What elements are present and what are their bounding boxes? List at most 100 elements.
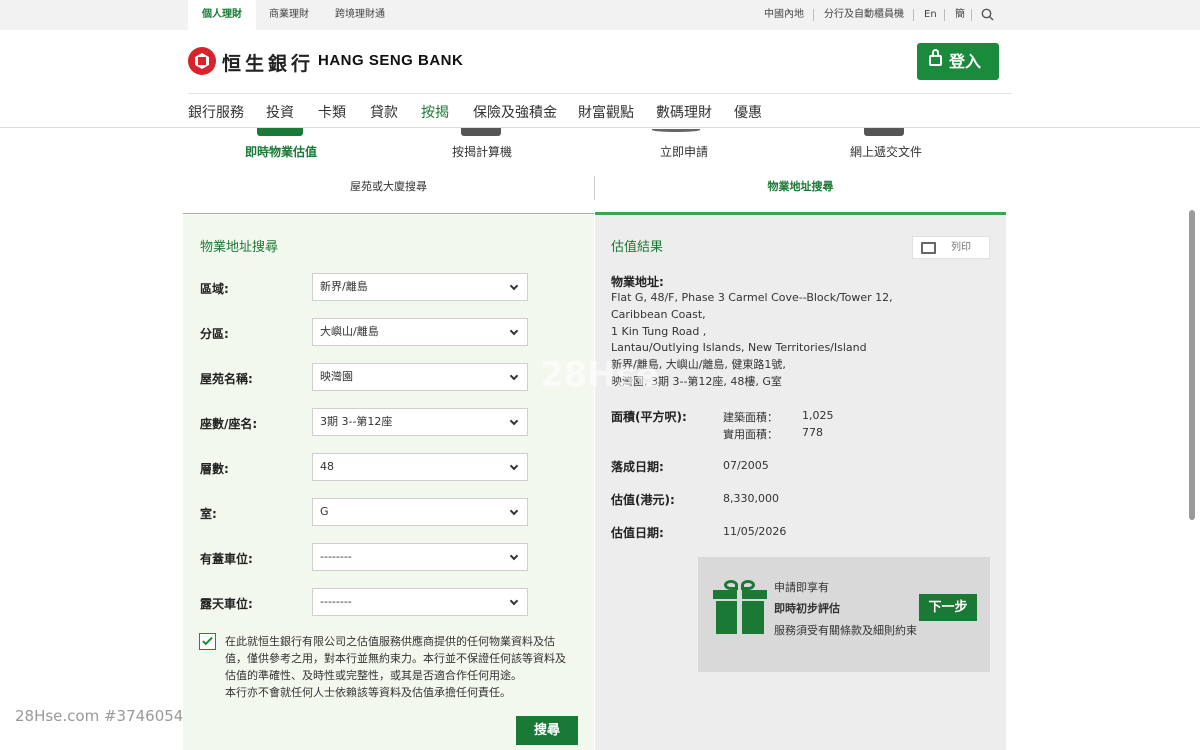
select-value: -------- [320,595,352,608]
select-value: 48 [320,460,334,473]
field-label: 分區: [200,327,229,341]
estate-name-select[interactable]: 映灣園 [312,363,528,391]
quick-link-calculator[interactable]: 按揭計算機 [452,143,512,160]
valuation-date-label: 估值日期: [611,526,664,540]
promo-line-1: 申請即享有 [774,581,829,594]
upload-document-icon[interactable] [864,128,904,136]
district-select[interactable]: 新界/離島 [312,273,528,301]
link-branches[interactable]: 分行及自動櫃員機 [824,0,904,30]
select-value: 大嶼山/離島 [320,325,379,338]
calculator-icon[interactable] [461,128,501,136]
quick-link-submit-docs[interactable]: 網上遞交文件 [850,143,922,160]
result-title: 估值結果 [611,240,664,255]
select-value: 3期 3--第12座 [320,415,393,428]
field-label: 屋苑名稱: [200,372,253,386]
search-button[interactable]: 搜尋 [516,716,578,745]
logo-english-name[interactable]: HANG SENG BANK [318,52,463,69]
search-form-title: 物業地址搜尋 [200,240,279,255]
disclaimer-text: 在此就恒生銀行有限公司之估值服務供應商提供的任何物業資料及估 值，僅供參考之用，… [225,633,570,701]
promo-line-2: 即時初步評估 [774,602,840,615]
field-label: 層數: [200,462,229,476]
select-value: -------- [320,550,352,563]
saleable-area-value: 778 [802,426,823,439]
nav-investment[interactable]: 投資 [266,102,294,122]
chevron-down-icon [509,416,519,426]
field-label: 區域: [200,282,229,296]
search-icon[interactable] [981,8,994,21]
nav-wealth-insights[interactable]: 財富觀點 [578,102,634,122]
disclaimer-line: 本行亦不會就任何人士依賴該等資料及估值承擔任何責任。 [225,686,511,699]
chevron-down-icon [509,326,519,336]
field-label: 室: [200,507,217,521]
address-line: 1 Kin Tung Road , [611,324,707,338]
area-label: 面積(平方呎): [611,410,687,424]
quick-link-valuation[interactable]: 即時物業估值 [245,143,317,160]
disclaimer-line: 在此就恒生銀行有限公司之估值服務供應商提供的任何物業資料及估 [225,635,555,648]
tab-address-search[interactable]: 物業地址搜尋 [595,175,1006,213]
print-button[interactable]: 列印 [912,236,990,259]
next-step-button[interactable]: 下一步 [919,594,977,621]
login-button[interactable]: 登入 [917,43,999,80]
divider [913,9,914,21]
flat-select[interactable]: G [312,498,528,526]
chevron-down-icon [509,596,519,606]
main-nav: 銀行服務 投資 卡類 貸款 按揭 保險及強積金 財富觀點 數碼理財 優惠 [0,94,1200,128]
link-english[interactable]: En [924,0,937,30]
covered-parking-select[interactable]: -------- [312,543,528,571]
nav-banking[interactable]: 銀行服務 [188,102,244,122]
block-select[interactable]: 3期 3--第12座 [312,408,528,436]
nav-mortgage[interactable]: 按揭 [421,102,449,122]
segment-cross-boundary[interactable]: 跨境理財通 [322,0,398,30]
divider [971,9,972,21]
nav-loans[interactable]: 貸款 [370,102,398,122]
hang-seng-logo-icon[interactable] [188,47,216,75]
completion-date-label: 落成日期: [611,460,664,474]
select-value: 新界/離島 [320,280,368,293]
segment-commercial[interactable]: 商業理財 [256,0,322,30]
floor-select[interactable]: 48 [312,453,528,481]
address-label: 物業地址: [611,275,664,289]
field-label: 露天車位: [200,597,253,611]
address-line: Caribbean Coast, [611,307,706,321]
link-simplified[interactable]: 簡 [955,0,965,30]
printer-icon [921,242,936,254]
chevron-down-icon [509,461,519,471]
saleable-area-label: 實用面積： [723,428,778,441]
valuation-label: 估值(港元): [611,493,675,507]
disclaimer-line: 值，僅供參考之用，對本行並無約束力。本行並不保證任何該等資料及 [225,652,566,665]
header [0,30,1200,94]
open-parking-select[interactable]: -------- [312,588,528,616]
disclaimer-checkbox[interactable] [199,633,216,650]
chevron-down-icon [509,506,519,516]
watermark: 28Hse.com #3746054 [15,707,184,725]
field-label: 座數/座名: [200,417,258,431]
segment-personal[interactable]: 個人理財 [188,0,256,30]
divider [944,9,945,21]
tab-estate-search[interactable]: 屋苑或大廈搜尋 [183,175,594,213]
top-bar: 個人理財 商業理財 跨境理財通 中國內地 分行及自動櫃員機 En 簡 [0,0,1200,30]
quick-link-apply[interactable]: 立即申請 [660,143,708,160]
nav-insurance-mpf[interactable]: 保險及強積金 [473,102,557,122]
promo-line-3: 服務須受有關條款及細則約束 [774,624,917,637]
select-value: 映灣園 [320,370,353,383]
chevron-down-icon [509,371,519,381]
nav-cards[interactable]: 卡類 [318,102,346,122]
logo-chinese-name[interactable]: 恒生銀行 [222,49,314,76]
page-scrollbar[interactable] [1189,210,1195,520]
nav-digital-banking[interactable]: 數碼理財 [656,102,712,122]
divider [183,213,594,214]
apply-icon[interactable] [652,128,700,132]
address-line: Flat G, 48/F, Phase 3 Carmel Cove--Block… [611,291,893,304]
select-value: G [320,505,329,518]
nav-offers[interactable]: 優惠 [734,102,762,122]
sub-district-select[interactable]: 大嶼山/離島 [312,318,528,346]
divider [813,9,814,21]
check-icon [202,634,213,646]
login-label: 登入 [949,52,982,71]
watermark-center: 28Hse [540,355,660,395]
property-valuation-icon[interactable] [257,128,303,136]
link-mainland[interactable]: 中國內地 [764,0,804,30]
valuation-date-value: 11/05/2026 [723,525,787,538]
valuation-value: 8,330,000 [723,492,779,505]
gross-area-label: 建築面積： [723,411,778,424]
